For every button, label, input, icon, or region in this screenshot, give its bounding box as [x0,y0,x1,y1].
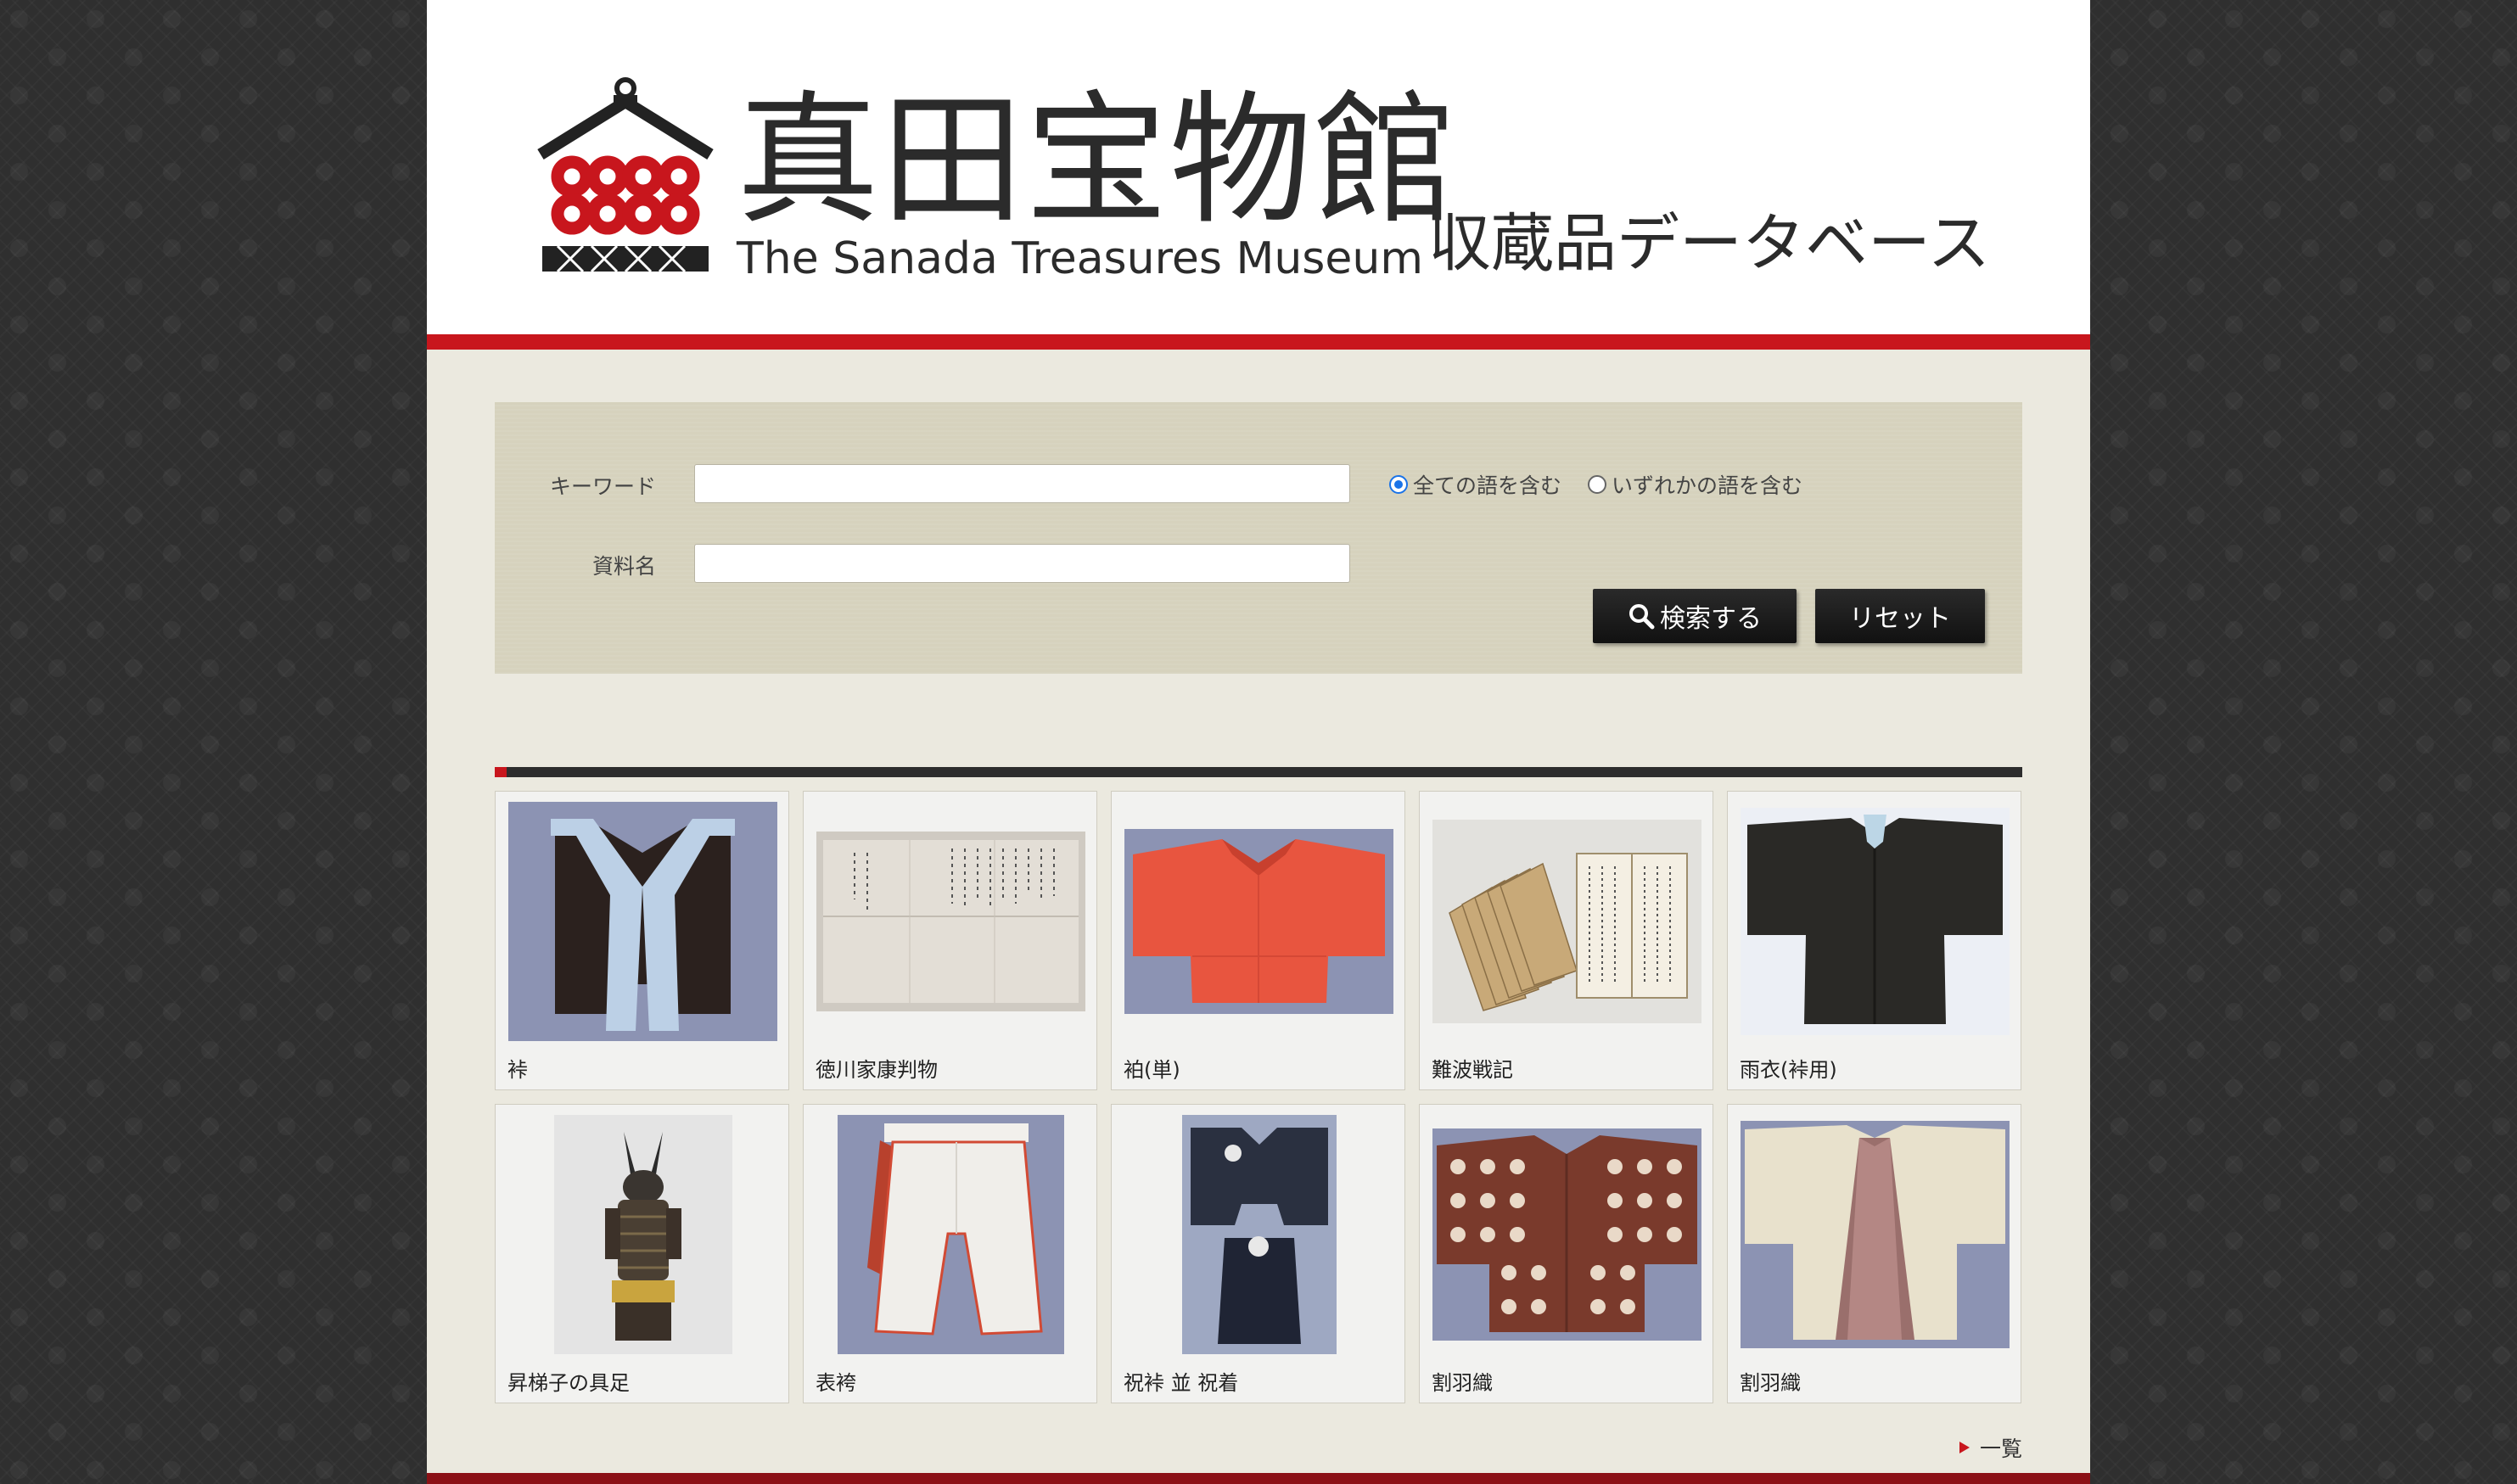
section-divider-accent [495,767,507,777]
search-button[interactable]: 検索する [1593,589,1797,643]
item-caption[interactable]: 雨衣(裃用) [1740,1053,1837,1083]
collection-item-card[interactable]: 徳川家康判物 [803,791,1097,1090]
match-all-label: 全ての語を含む [1413,473,1562,498]
item-caption[interactable]: 袙(単) [1124,1053,1180,1083]
keyword-label: キーワード [549,474,656,499]
collection-item-card[interactable]: 雨衣(裃用) [1727,791,2021,1090]
match-any-radio[interactable] [1588,475,1606,494]
view-all-label: 一覧 [1979,1436,2022,1461]
kamishimo-image [508,802,777,1041]
item-thumbnail[interactable] [816,802,1085,1041]
item-thumbnail[interactable] [816,1115,1085,1354]
logo-english-title[interactable]: The Sanada Treasures Museum [737,233,1423,284]
match-any-label: いずれかの語を含む [1612,473,1803,498]
item-caption[interactable]: 表袴 [816,1366,856,1396]
hakama-image [838,1115,1064,1354]
item-caption[interactable]: 割羽織 [1432,1366,1493,1396]
logo-japanese-title[interactable]: 真田宝物館 [737,89,1458,232]
item-thumbnail[interactable] [1741,1115,2010,1354]
item-thumbnail[interactable] [1741,802,2010,1041]
footer-bar [427,1473,2090,1484]
item-thumbnail[interactable] [1432,802,1701,1041]
iwai-kamishimo-image [1181,1115,1337,1354]
item-caption[interactable]: 裃 [507,1053,528,1083]
collection-item-card[interactable]: 難波戦記 [1419,791,1713,1090]
name-input[interactable] [694,544,1350,583]
page-container: 真田宝物館 The Sanada Treasures Museum 収蔵品データ… [427,0,2090,1484]
item-thumbnail[interactable] [1124,802,1393,1041]
armor-image [553,1115,732,1354]
collection-item-card[interactable]: 割羽織 [1727,1104,2021,1403]
akome-image [1124,829,1393,1014]
match-all-option[interactable]: 全ての語を含む [1389,469,1561,500]
database-title: 収蔵品データベース [1428,207,1991,280]
search-panel: キーワード 全ての語を含む いずれかの語を含む 資料名 検索する リセット [495,402,2022,674]
item-thumbnail[interactable] [508,1115,777,1354]
site-header: 真田宝物館 The Sanada Treasures Museum 収蔵品データ… [427,0,2090,334]
search-icon [1629,604,1655,630]
search-button-label: 検索する [1660,604,1762,634]
section-divider [495,767,2022,777]
item-thumbnail[interactable] [1124,1115,1393,1354]
match-any-option[interactable]: いずれかの語を含む [1588,469,1802,500]
sanada-logo-icon[interactable] [532,76,719,280]
item-caption[interactable]: 徳川家康判物 [816,1053,938,1083]
warihaori-brown-image [1432,1128,1701,1341]
item-thumbnail[interactable] [1432,1115,1701,1354]
reset-button[interactable]: リセット [1815,589,1985,643]
collection-item-card[interactable]: 祝裃 並 祝着 [1111,1104,1405,1403]
item-caption[interactable]: 昇梯子の具足 [507,1366,630,1396]
keyword-input[interactable] [694,464,1350,503]
item-caption[interactable]: 割羽織 [1740,1366,1801,1396]
warihaori-cream-image [1741,1121,2010,1348]
collection-item-card[interactable]: 袙(単) [1111,791,1405,1090]
header-red-bar [427,334,2090,350]
item-caption[interactable]: 難波戦記 [1432,1053,1513,1083]
reset-button-label: リセット [1849,604,1951,634]
item-caption[interactable]: 祝裃 並 祝着 [1124,1366,1238,1396]
collection-item-card[interactable]: 表袴 [803,1104,1097,1403]
collection-item-card[interactable]: 割羽織 [1419,1104,1713,1403]
collection-item-card[interactable]: 裃 [495,791,789,1090]
arrow-right-icon [1959,1442,1970,1453]
match-all-radio[interactable] [1389,475,1408,494]
view-all-link[interactable]: 一覧 [1959,1432,2022,1463]
name-label: 資料名 [591,554,656,579]
book-image [1432,820,1701,1023]
document-image [816,832,1085,1011]
raincoat-image [1741,808,2010,1035]
item-thumbnail[interactable] [508,802,777,1041]
collection-item-card[interactable]: 昇梯子の具足 [495,1104,789,1403]
